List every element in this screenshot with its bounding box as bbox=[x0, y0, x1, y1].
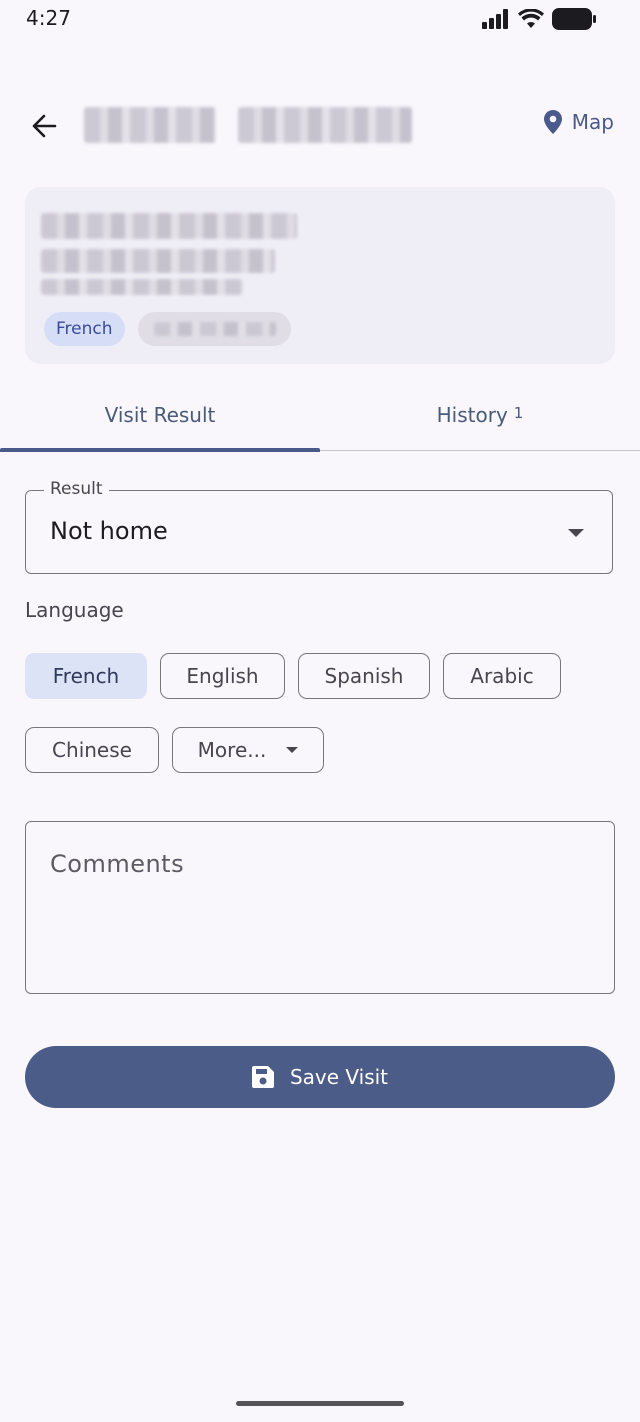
redacted-text bbox=[84, 107, 216, 143]
address-card: French bbox=[25, 187, 615, 364]
language-chip-english[interactable]: English bbox=[160, 653, 285, 699]
tag-redacted bbox=[138, 312, 291, 346]
status-icons bbox=[482, 8, 596, 30]
comments-input[interactable]: Comments bbox=[25, 821, 615, 994]
language-chip-arabic[interactable]: Arabic bbox=[443, 653, 561, 699]
comments-placeholder: Comments bbox=[50, 850, 185, 878]
language-more-dropdown[interactable]: More... bbox=[172, 727, 324, 773]
dropdown-arrow-icon bbox=[568, 529, 584, 537]
redacted-text bbox=[41, 249, 275, 273]
signal-icon bbox=[482, 9, 508, 29]
chip-label: More... bbox=[197, 738, 267, 762]
back-button[interactable] bbox=[22, 104, 66, 148]
chip-label: Spanish bbox=[324, 664, 404, 688]
language-tag: French bbox=[44, 312, 125, 346]
save-icon bbox=[251, 1066, 274, 1088]
redacted-text bbox=[41, 213, 297, 239]
status-time: 4:27 bbox=[26, 6, 71, 30]
chip-label: French bbox=[52, 664, 120, 688]
tab-indicator bbox=[0, 448, 320, 452]
result-dropdown[interactable]: Result Not home bbox=[25, 479, 613, 574]
chip-label: Arabic bbox=[470, 664, 534, 688]
tab-label: History bbox=[436, 403, 508, 427]
language-chip-chinese[interactable]: Chinese bbox=[25, 727, 159, 773]
redacted-text bbox=[41, 279, 243, 295]
tab-visit-result[interactable]: Visit Result bbox=[0, 380, 320, 450]
chevron-down-icon bbox=[286, 747, 299, 753]
tab-badge: 1 bbox=[513, 404, 524, 422]
save-visit-button[interactable]: Save Visit bbox=[25, 1046, 615, 1108]
language-chip-spanish[interactable]: Spanish bbox=[298, 653, 430, 699]
arrow-left-icon bbox=[32, 114, 57, 138]
chip-label: Chinese bbox=[52, 738, 132, 762]
result-value: Not home bbox=[50, 517, 168, 545]
redacted-text bbox=[153, 322, 276, 336]
language-chip-french[interactable]: French bbox=[25, 653, 147, 699]
map-label: Map bbox=[571, 110, 614, 134]
wifi-icon bbox=[518, 9, 544, 28]
battery-icon bbox=[552, 8, 596, 30]
home-indicator[interactable] bbox=[236, 1401, 404, 1406]
tab-bar: Visit Result History 1 bbox=[0, 380, 640, 452]
tab-label: Visit Result bbox=[104, 403, 216, 427]
save-label: Save Visit bbox=[289, 1065, 389, 1089]
page-title-redacted bbox=[84, 104, 412, 146]
tab-history[interactable]: History 1 bbox=[320, 380, 640, 450]
location-pin-icon bbox=[543, 110, 562, 134]
result-label: Result bbox=[44, 479, 109, 499]
language-label: Language bbox=[25, 598, 124, 622]
map-button[interactable]: Map bbox=[543, 110, 614, 134]
chip-label: English bbox=[186, 664, 259, 688]
redacted-text bbox=[238, 107, 412, 143]
